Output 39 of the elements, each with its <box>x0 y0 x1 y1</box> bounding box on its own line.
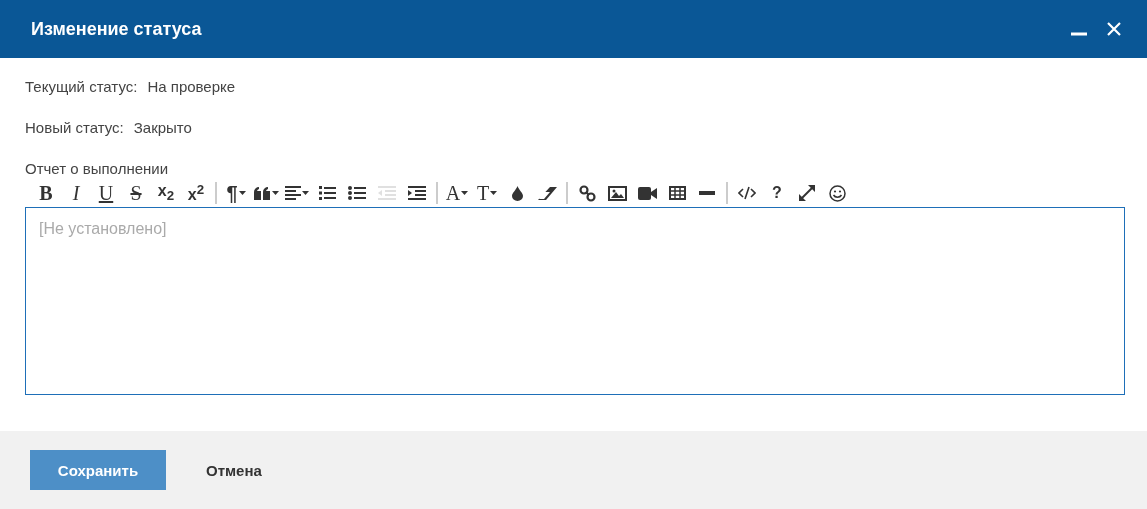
caret-icon <box>461 191 469 195</box>
caret-icon <box>302 191 309 195</box>
font-size-button[interactable]: T <box>472 180 502 206</box>
numbered-list-icon <box>318 185 336 201</box>
underline-button[interactable]: U <box>91 180 121 206</box>
caret-icon <box>272 191 279 195</box>
link-icon <box>578 184 596 202</box>
expand-icon <box>799 185 815 201</box>
outdent-icon <box>378 186 396 200</box>
strikethrough-button[interactable]: S <box>121 180 151 206</box>
bullet-list-icon <box>348 186 366 200</box>
close-icon[interactable] <box>1107 22 1121 36</box>
font-family-button[interactable]: A <box>442 180 472 206</box>
video-camera-icon <box>637 186 657 200</box>
help-button[interactable]: ? <box>762 180 792 206</box>
paragraph-format-button[interactable]: ¶ <box>221 180 251 206</box>
indent-icon <box>408 186 426 200</box>
align-left-icon <box>285 186 301 200</box>
image-icon <box>607 185 627 201</box>
window-title: Изменение статуса <box>31 18 202 40</box>
field-label: Текущий статус: <box>25 78 138 97</box>
smiley-icon <box>828 184 846 202</box>
eraser-icon <box>537 186 557 200</box>
superscript-button[interactable]: x$^{2}$ <box>181 180 211 206</box>
field-value: На проверке <box>147 78 236 97</box>
placeholder-text: [Не установлено] <box>39 220 167 237</box>
bold-button[interactable]: B <box>31 180 61 206</box>
cancel-button[interactable]: Отмена <box>206 461 262 479</box>
code-icon <box>738 186 756 200</box>
field-label: Отчет о выполнении <box>25 160 170 179</box>
caret-icon <box>490 191 498 195</box>
caret-icon <box>238 191 246 195</box>
italic-button[interactable]: I <box>61 180 91 206</box>
subscript-button[interactable]: x$_{2}$ <box>151 180 181 206</box>
drop-icon <box>511 185 523 201</box>
table-icon <box>668 186 686 200</box>
field-value: Закрыто <box>133 119 192 138</box>
field-label: Новый статус: <box>25 119 124 138</box>
quote-icon <box>254 186 271 200</box>
